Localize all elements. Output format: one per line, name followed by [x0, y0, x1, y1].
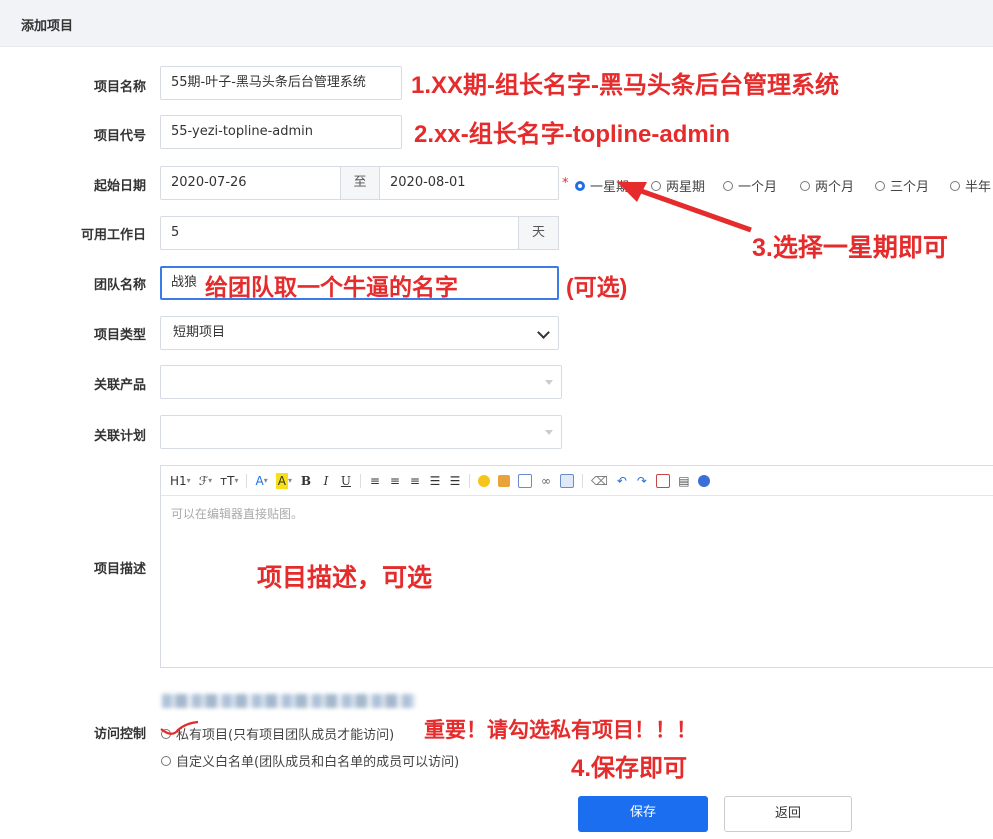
type-label: 项目类型 — [93, 328, 146, 343]
page-title: 添加项目 — [21, 19, 74, 34]
name-label: 项目名称 — [93, 80, 146, 95]
plan-label: 关联计划 — [93, 429, 146, 444]
table-icon[interactable] — [559, 473, 574, 488]
radio-icon — [875, 180, 885, 191]
duration-three-months[interactable]: 三个月 — [875, 176, 929, 195]
annotation-1: 1.XX期-组长名字-黑马头条后台管理系统 — [411, 72, 840, 99]
redo-icon[interactable]: ↷ — [636, 473, 648, 489]
start-date-input[interactable]: 2020-07-26 — [160, 166, 341, 200]
fullscreen-icon[interactable] — [655, 473, 670, 488]
underline-button[interactable]: U — [340, 473, 352, 489]
project-type-select[interactable]: 短期项目 — [160, 316, 559, 350]
radio-icon — [800, 180, 810, 191]
annotation-4: 4.保存即可 — [571, 755, 688, 782]
caret-down-icon — [545, 380, 553, 385]
annotation-arrow — [617, 182, 752, 233]
eraser-icon[interactable]: ⌫ — [591, 473, 608, 489]
heading-button[interactable]: H1 ▾ — [170, 473, 191, 489]
radio-icon — [161, 755, 171, 766]
code-icon[interactable] — [517, 473, 532, 488]
workdays-input[interactable]: 5 — [160, 216, 519, 250]
toolbar-divider — [246, 473, 248, 488]
align-right-icon[interactable]: ≡ — [409, 473, 421, 489]
annotation-team-optional: (可选) — [566, 274, 628, 300]
access-whitelist-option[interactable]: 自定义白名单(团队成员和白名单的成员可以访问) — [161, 751, 459, 770]
code-label: 项目代号 — [93, 129, 146, 144]
align-center-icon[interactable]: ≡ — [389, 473, 401, 489]
undo-icon[interactable]: ↶ — [616, 473, 628, 489]
project-code-input[interactable]: 55-yezi-topline-admin — [160, 115, 402, 149]
radio-icon — [950, 180, 960, 191]
date-label: 起始日期 — [93, 179, 146, 194]
checkmark-scribble-icon — [160, 720, 199, 735]
save-button[interactable]: 保存 — [578, 796, 708, 832]
access-label: 访问控制 — [93, 727, 146, 742]
product-label: 关联产品 — [93, 378, 146, 393]
unordered-list-icon[interactable]: ☰ — [449, 473, 461, 489]
caret-down-icon — [545, 430, 553, 435]
annotation-important: 重要！请勾选私有项目！！！ — [424, 719, 697, 742]
duration-half-year[interactable]: 半年 — [950, 176, 993, 195]
align-left-icon[interactable]: ≡ — [369, 473, 381, 489]
emoji-icon[interactable] — [477, 474, 490, 487]
workdays-label: 可用工作日 — [80, 228, 146, 243]
radio-checked-icon — [575, 180, 585, 191]
project-type-value: 短期项目 — [173, 325, 226, 340]
toolbar-divider — [468, 473, 470, 488]
project-name-input[interactable]: 55期-叶子-黑马头条后台管理系统 — [160, 66, 402, 100]
link-icon[interactable]: ∞ — [540, 473, 552, 489]
workdays-unit: 天 — [518, 216, 559, 250]
annotation-team: 给团队取一个牛逼的名字 — [205, 274, 458, 300]
team-label: 团队名称 — [93, 278, 146, 293]
help-icon[interactable] — [697, 474, 710, 487]
editor-placeholder: 可以在编辑器直接贴图。 — [171, 507, 304, 521]
required-mark: * — [562, 176, 569, 191]
font-family-button[interactable]: ℱ ▾ — [199, 473, 212, 489]
duration-two-months[interactable]: 两个月 — [800, 176, 854, 195]
related-plan-select[interactable] — [160, 415, 562, 449]
desc-label: 项目描述 — [93, 562, 146, 577]
date-range-separator: 至 — [340, 166, 380, 200]
image-icon[interactable] — [497, 474, 510, 487]
bold-button[interactable]: B — [300, 473, 312, 489]
italic-button[interactable]: I — [320, 473, 332, 489]
annotation-description: 项目描述，可选 — [257, 564, 433, 592]
page-header: 添加项目 — [0, 0, 993, 47]
editor-toolbar: H1 ▾ ℱ ▾ тT ▾ A ▾ A ▾ B I U ≡ ≡ ≡ ☰ ☰ ∞ ⌫ ↶ ↷… — [161, 466, 993, 496]
related-product-select[interactable] — [160, 365, 562, 399]
ordered-list-icon[interactable]: ☰ — [429, 473, 441, 489]
annotation-3: 3.选择一星期即可 — [752, 234, 948, 262]
source-icon[interactable]: ▤ — [678, 473, 690, 489]
back-button[interactable]: 返回 — [724, 796, 852, 832]
toolbar-divider — [581, 473, 583, 488]
font-color-button[interactable]: A ▾ — [255, 473, 267, 489]
blurred-text — [162, 694, 415, 708]
annotation-2: 2.xx-组长名字-topline-admin — [414, 121, 731, 148]
chevron-down-icon — [537, 326, 550, 339]
font-size-button[interactable]: тT ▾ — [220, 473, 238, 489]
toolbar-divider — [359, 473, 361, 488]
end-date-input[interactable]: 2020-08-01 — [379, 166, 559, 200]
highlight-button[interactable]: A ▾ — [275, 472, 292, 489]
